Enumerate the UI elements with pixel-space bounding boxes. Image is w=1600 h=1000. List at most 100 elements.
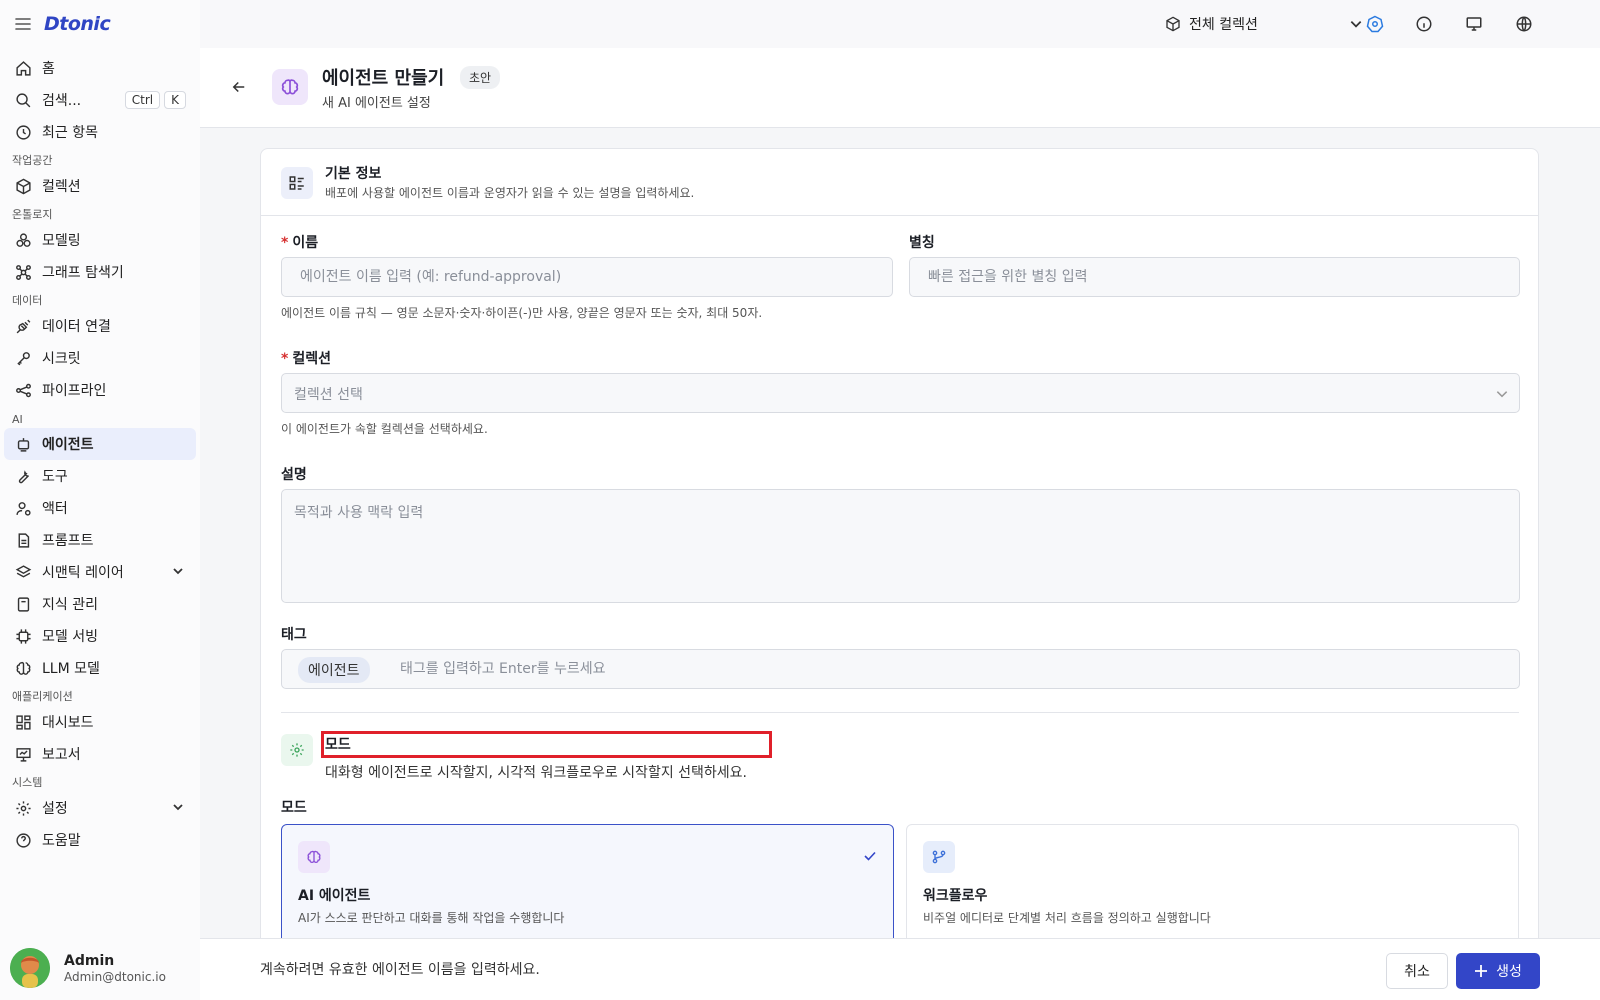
info-icon[interactable]	[1414, 14, 1434, 34]
section-applications: 애플리케이션	[12, 690, 73, 703]
sidebar-item-secret[interactable]: 시크릿	[4, 342, 196, 374]
mode-option-ai-agent[interactable]: AI 에이전트 AI가 스스로 판단하고 대화를 통해 작업을 수행합니다	[281, 824, 894, 947]
gear-icon	[14, 799, 32, 817]
sidebar-item-dashboard[interactable]: 대시보드	[4, 706, 196, 738]
description-textarea[interactable]	[282, 490, 1519, 602]
search-icon	[14, 91, 32, 109]
git-branch-icon	[923, 841, 955, 873]
sidebar-item-label: 도구	[42, 469, 68, 485]
mode-label: 모드	[281, 800, 307, 816]
user-gear-icon	[14, 499, 32, 517]
shortcut-hint: Ctrl K	[124, 91, 186, 109]
status-badge: 초안	[460, 66, 501, 89]
plus-icon	[1475, 965, 1488, 977]
create-button[interactable]: 생성	[1456, 953, 1540, 989]
pipeline-icon	[14, 381, 32, 399]
required-marker: *	[281, 235, 289, 251]
card-description: 배포에 사용할 에이전트 이름과 운영자가 읽을 수 있는 설명을 입력하세요.	[325, 186, 695, 200]
chevron-down-icon	[1349, 17, 1363, 31]
sidebar-item-pipeline[interactable]: 파이프라인	[4, 374, 196, 406]
name-label-text: 이름	[292, 235, 319, 251]
alias-field[interactable]	[909, 257, 1520, 297]
description-field[interactable]	[281, 489, 1520, 603]
book-icon	[14, 595, 32, 613]
sidebar-item-label: 시크릿	[42, 351, 81, 367]
sidebar-item-data-connection[interactable]: 데이터 연결	[4, 310, 196, 342]
globe-icon[interactable]	[1514, 14, 1534, 34]
sidebar-item-label: 컬렉션	[42, 179, 81, 195]
monitor-icon[interactable]	[1464, 14, 1484, 34]
name-field[interactable]	[281, 257, 893, 297]
sidebar-item-settings[interactable]: 설정	[4, 792, 196, 824]
sidebar-item-label: 액터	[42, 501, 68, 517]
sidebar-item-modeling[interactable]: 모델링	[4, 224, 196, 256]
sidebar-item-agent[interactable]: 에이전트	[4, 428, 196, 460]
tag-input[interactable]	[382, 650, 1519, 688]
alias-input[interactable]	[910, 258, 1519, 296]
shapes-icon	[14, 231, 32, 249]
brain-icon	[298, 841, 330, 873]
clock-icon	[14, 123, 32, 141]
hamburger-menu-icon[interactable]	[12, 13, 34, 35]
chevron-down-icon[interactable]	[172, 565, 184, 577]
sidebar-item-help[interactable]: 도움말	[4, 824, 196, 856]
create-button-label: 생성	[1496, 964, 1522, 980]
back-arrow-icon[interactable]	[230, 78, 250, 98]
sidebar-item-label: 에이전트	[42, 437, 94, 453]
sidebar-item-semantic-layer[interactable]: 시맨틱 레이어	[4, 556, 196, 588]
sidebar-item-model-serving[interactable]: 모델 서빙	[4, 620, 196, 652]
sidebar-item-label: 파이프라인	[42, 383, 107, 399]
kubernetes-icon[interactable]	[1365, 14, 1385, 34]
mode-section-description: 대화형 에이전트로 시작할지, 시각적 워크플로우로 시작할지 선택하세요.	[325, 765, 747, 781]
sidebar-item-label: 최근 항목	[42, 125, 98, 141]
help-circle-icon	[14, 831, 32, 849]
sidebar-item-home[interactable]: 홈	[4, 52, 196, 84]
list-details-icon	[281, 167, 313, 199]
sidebar-item-label: 대시보드	[42, 715, 94, 731]
section-ai: AI	[12, 413, 23, 426]
check-icon	[863, 849, 877, 863]
tag-chip[interactable]: 에이전트	[298, 657, 370, 683]
tag-field[interactable]: 에이전트	[281, 649, 1520, 689]
sidebar-item-llm-model[interactable]: LLM 모델	[4, 652, 196, 684]
chip-icon	[14, 627, 32, 645]
user-info: Admin Admin@dtonic.io	[64, 953, 166, 984]
mode-option-title: AI 에이전트	[298, 888, 371, 904]
sidebar-item-actor[interactable]: 액터	[4, 492, 196, 524]
sidebar-nav: 홈 검색... Ctrl K 최근 항목 작업공간 컬렉션 온톨로지 모델링 그…	[4, 52, 196, 856]
mode-option-workflow[interactable]: 워크플로우 비주얼 에디터로 단계별 처리 흐름을 정의하고 실행합니다	[906, 824, 1519, 947]
collection-label-text: 컬렉션	[292, 351, 331, 367]
avatar	[10, 948, 50, 988]
sidebar-item-search[interactable]: 검색... Ctrl K	[4, 84, 196, 116]
collection-dropdown[interactable]: 컬렉션 선택	[281, 373, 1520, 413]
document-icon	[14, 531, 32, 549]
description-label: 설명	[281, 467, 307, 483]
home-icon	[14, 59, 32, 77]
sidebar-item-report[interactable]: 보고서	[4, 738, 196, 770]
collection-label: * 컬렉션	[281, 348, 331, 368]
section-ontology: 온톨로지	[12, 208, 53, 221]
sidebar-item-collection[interactable]: 컬렉션	[4, 170, 196, 202]
sidebar-item-label: 검색...	[42, 93, 82, 109]
divider	[281, 712, 1519, 713]
brain-icon	[14, 659, 32, 677]
sidebar-item-recent[interactable]: 최근 항목	[4, 116, 196, 148]
name-input[interactable]	[282, 258, 892, 296]
tag-label: 태그	[281, 627, 307, 643]
sidebar-item-graph-explorer[interactable]: 그래프 탐색기	[4, 256, 196, 288]
layers-icon	[14, 563, 32, 581]
sidebar-item-label: 그래프 탐색기	[42, 265, 124, 281]
collection-select[interactable]: 전체 컬렉션	[1165, 10, 1375, 38]
sidebar-item-knowledge[interactable]: 지식 관리	[4, 588, 196, 620]
app-logo[interactable]: Dtonic	[44, 13, 111, 35]
chevron-down-icon[interactable]	[172, 801, 184, 813]
sidebar: Dtonic 홈 검색... Ctrl K 최근 항목 작업공간 컬렉션 온톨로…	[0, 0, 200, 1000]
sidebar-item-prompt[interactable]: 프롬프트	[4, 524, 196, 556]
user-profile[interactable]: Admin Admin@dtonic.io	[10, 948, 166, 988]
collection-help-text: 이 에이전트가 속할 컬렉션을 선택하세요.	[281, 422, 488, 436]
form-footer: 계속하려면 유효한 에이전트 이름을 입력하세요. 취소 생성	[200, 938, 1600, 1000]
basic-info-card: 기본 정보 배포에 사용할 에이전트 이름과 운영자가 읽을 수 있는 설명을 …	[260, 148, 1539, 948]
cancel-button[interactable]: 취소	[1386, 953, 1448, 989]
sidebar-item-tool[interactable]: 도구	[4, 460, 196, 492]
cube-icon	[14, 177, 32, 195]
